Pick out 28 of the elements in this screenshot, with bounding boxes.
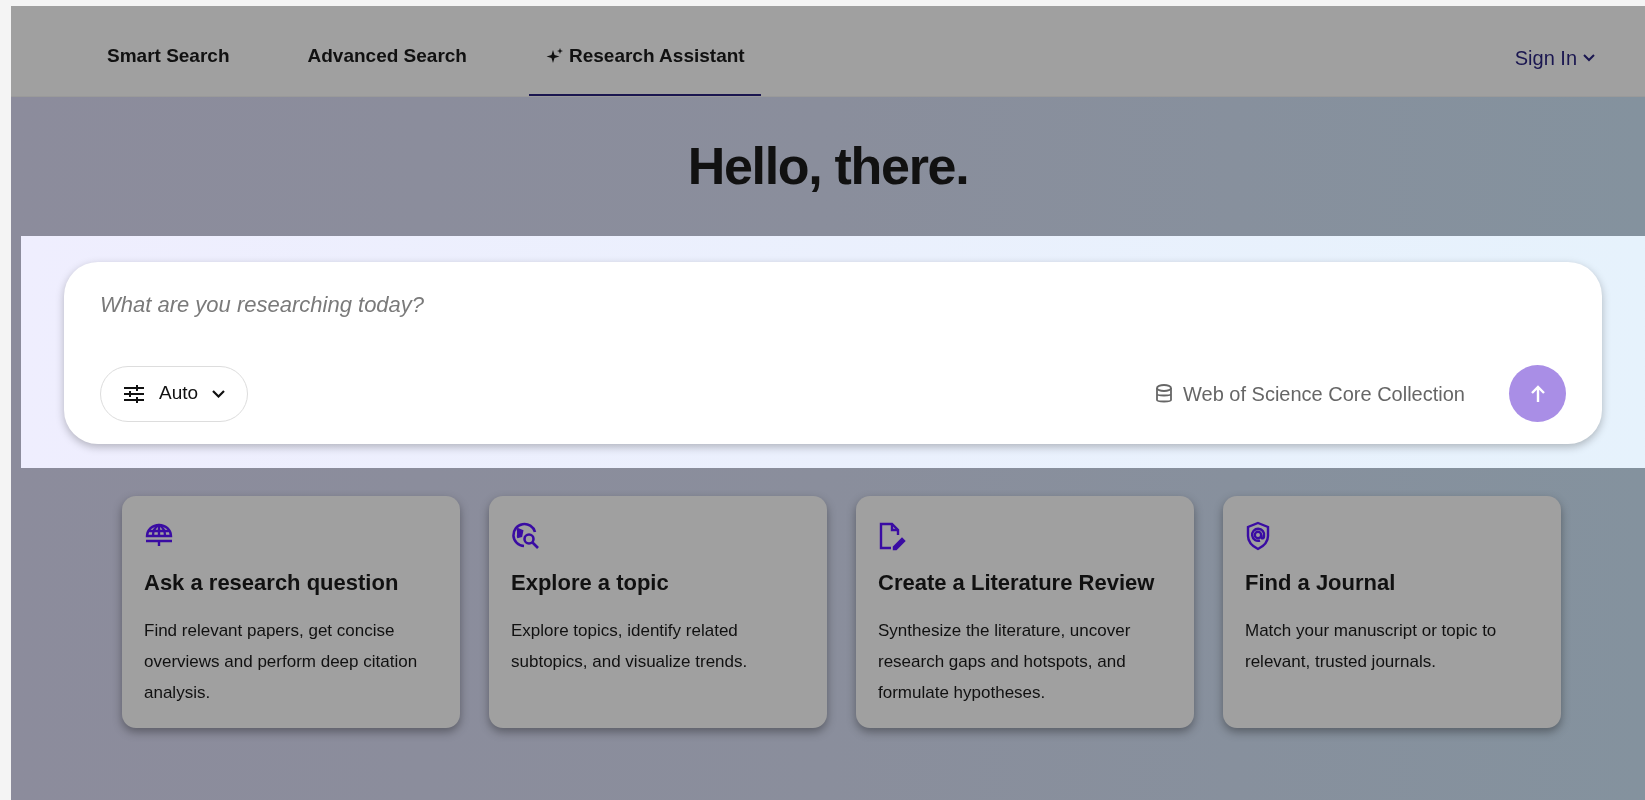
shield-at-icon [1245, 521, 1271, 551]
feature-card[interactable]: Explore a topic Explore topics, identify related subtopics, and visualize trends. [489, 496, 827, 728]
feature-card[interactable]: Find a Journal Match your manuscript or topic to relevant, trusted journals. [1223, 496, 1561, 728]
feature-card[interactable]: Create a Literature Review Synthesize the literature, uncover research gaps and hotspots, and formulate hypotheses. [856, 496, 1194, 728]
card-description: Match your manuscript or topic to relevant, trusted journals. [1245, 620, 1498, 673]
submit-button[interactable] [1509, 365, 1566, 422]
card-title: Ask a research question [144, 569, 399, 597]
sliders-icon [123, 384, 145, 403]
card-title: Find a Journal [1245, 569, 1396, 597]
search-field[interactable]: What are you researching today? [100, 288, 1566, 321]
feature-card[interactable]: Ask a research question Find relevant papers, get concise overviews and perform deep citation analysis. [122, 496, 460, 728]
card-title: Create a Literature Review [878, 569, 1155, 597]
collection-label: Web of Science Core Collection [1183, 381, 1465, 407]
card-title: Explore a topic [511, 569, 669, 597]
arrow-up-icon [1529, 384, 1546, 403]
chevron-down-icon [1583, 53, 1595, 62]
nav-tab[interactable]: Smart Search [91, 19, 246, 96]
card-description: Synthesize the literature, uncover research gaps and hotspots, and formulate hypotheses. [878, 620, 1132, 704]
nav-tab[interactable]: Research Assistant [529, 19, 761, 96]
card-description: Find relevant papers, get concise overviews and perform deep citation analysis. [144, 620, 419, 704]
chevron-down-icon [212, 389, 226, 398]
greeting-heading: Hello, there. [687, 136, 969, 197]
card-description: Explore topics, identify related subtopics, and visualize trends. [511, 620, 749, 673]
globe-search-icon [511, 521, 541, 551]
document-pen-icon [878, 521, 906, 551]
database-icon [1155, 383, 1173, 404]
nav-tab[interactable]: Advanced Search [291, 19, 483, 96]
sign-in-button[interactable]: Sign In [1514, 19, 1595, 96]
